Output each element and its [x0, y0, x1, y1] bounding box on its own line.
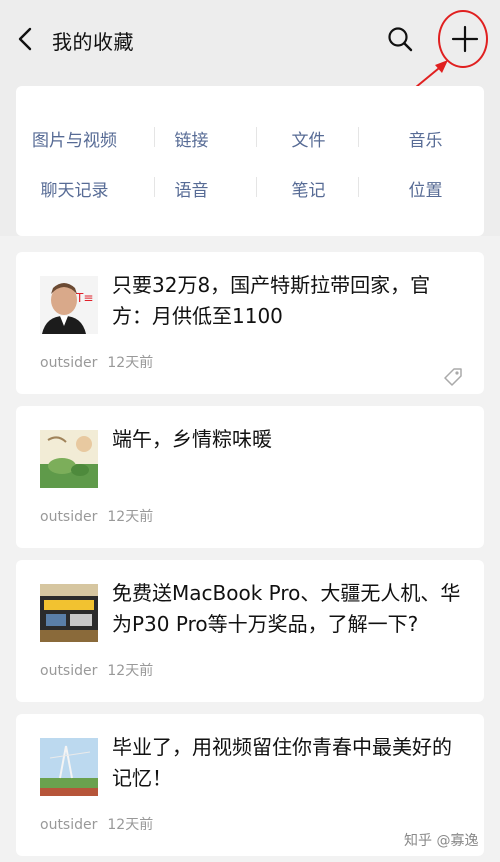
item-title: 免费送MacBook Pro、大疆无人机、华为P30 Pro等十万奖品，了解一下…: [112, 581, 461, 636]
item-time: 12天前: [107, 509, 154, 525]
item-title: 端午，乡情粽味暖: [112, 427, 272, 451]
favorite-item[interactable]: 端午，乡情粽味暖 outsider 12天前: [16, 406, 484, 548]
item-meta: outsider 12天前: [40, 814, 153, 834]
divider: [358, 177, 359, 197]
tag-icon[interactable]: [442, 366, 464, 388]
item-title: 只要32万8，国产特斯拉带回家，官方：月供低至1100: [112, 273, 431, 328]
divider: [358, 127, 359, 147]
item-time: 12天前: [107, 817, 154, 833]
svg-text:T≡: T≡: [75, 291, 93, 305]
category-music[interactable]: 音乐: [367, 126, 484, 151]
thumbnail-image: T≡: [40, 276, 98, 334]
item-source: outsider: [40, 817, 98, 833]
category-links[interactable]: 链接: [133, 126, 250, 151]
favorite-item[interactable]: 免费送MacBook Pro、大疆无人机、华为P30 Pro等十万奖品，了解一下…: [16, 560, 484, 702]
category-notes[interactable]: 笔记: [250, 176, 367, 201]
item-source: outsider: [40, 355, 98, 371]
item-meta: outsider 12天前: [40, 352, 153, 372]
item-time: 12天前: [107, 355, 154, 371]
search-icon[interactable]: [386, 25, 414, 53]
category-panel: 图片与视频 链接 文件 音乐 聊天记录 语音 笔记 位置: [16, 86, 484, 236]
item-meta: outsider 12天前: [40, 506, 153, 526]
thumbnail-image: [40, 430, 98, 488]
item-source: outsider: [40, 509, 98, 525]
category-files[interactable]: 文件: [250, 126, 367, 151]
thumbnail-image: [40, 738, 98, 796]
category-photos-videos[interactable]: 图片与视频: [16, 126, 133, 151]
item-source: outsider: [40, 663, 98, 679]
item-meta: outsider 12天前: [40, 660, 153, 680]
page-title: 我的收藏: [52, 30, 134, 54]
thumbnail-image: [40, 584, 98, 642]
nav-bar: 我的收藏: [0, 0, 500, 93]
watermark: 知乎 @寡逸: [404, 833, 479, 849]
divider: [154, 127, 155, 147]
divider: [256, 177, 257, 197]
favorite-item[interactable]: T≡ 只要32万8，国产特斯拉带回家，官方：月供低至1100 outsider 1…: [16, 252, 484, 394]
category-location[interactable]: 位置: [367, 176, 484, 201]
chevron-left-icon[interactable]: [14, 25, 38, 53]
item-time: 12天前: [107, 663, 154, 679]
item-title: 毕业了，用视频留住你青春中最美好的记忆！: [112, 735, 452, 790]
divider: [256, 127, 257, 147]
category-voice[interactable]: 语音: [133, 176, 250, 201]
category-chat-history[interactable]: 聊天记录: [16, 176, 133, 201]
divider: [154, 177, 155, 197]
